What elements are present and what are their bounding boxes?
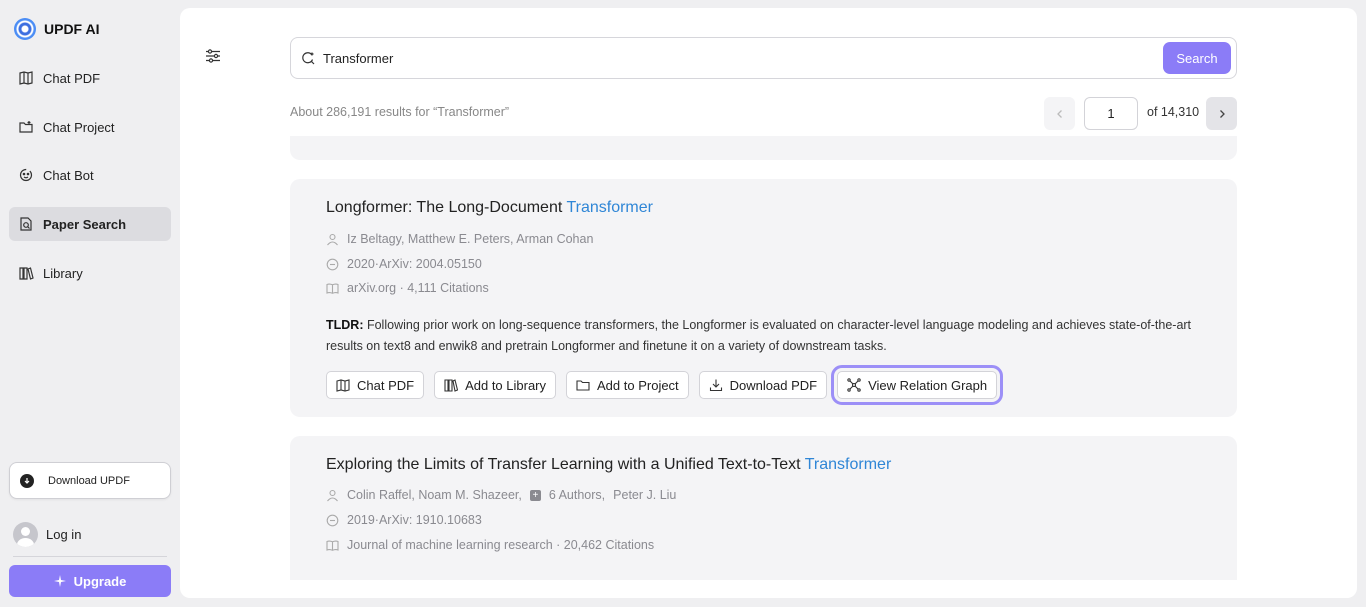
paper-actions: Chat PDF Add to Library Add to Project D…: [326, 365, 1004, 405]
add-to-project-button[interactable]: Add to Project: [566, 371, 689, 399]
page-number-input[interactable]: [1084, 97, 1138, 130]
year-source-text: 2019·ArXiv: 1910.10683: [347, 513, 482, 527]
authors-text[interactable]: Iz Beltagy, Matthew E. Peters, Arman Coh…: [347, 232, 593, 246]
result-card: Exploring the Limits of Transfer Learnin…: [290, 436, 1237, 580]
chevron-left-icon: [1056, 109, 1062, 118]
result-card-partial: [290, 136, 1237, 160]
venue-citations-text: arXiv.org · 4,111 Citations: [347, 281, 489, 295]
sidebar-item-chat-pdf[interactable]: Chat PDF: [9, 61, 171, 95]
paper-title-link[interactable]: Exploring the Limits of Transfer Learnin…: [326, 456, 891, 474]
sidebar-item-library[interactable]: Library: [9, 256, 171, 290]
more-authors-text[interactable]: 6 Authors,: [549, 488, 605, 502]
paper-venue: Journal of machine learning research · 2…: [326, 538, 654, 552]
clock-icon: [326, 258, 339, 270]
paper-title-text: Exploring the Limits of Transfer Learnin…: [326, 456, 805, 473]
action-label: Add to Project: [597, 377, 679, 393]
page-total: of 14,310: [1147, 105, 1200, 119]
book-icon: [326, 540, 339, 551]
sidebar-item-label: Chat PDF: [43, 70, 101, 86]
main-panel: Search About 286,191 results for “Transf…: [180, 8, 1357, 598]
sidebar-item-paper-search[interactable]: Paper Search: [9, 207, 171, 241]
view-relation-graph-button[interactable]: View Relation Graph: [831, 365, 1004, 405]
divider: [13, 556, 167, 557]
action-label: Chat PDF: [357, 377, 415, 393]
prev-page-button[interactable]: [1044, 97, 1075, 130]
sidebar: UPDF AI Chat PDF Chat Project Chat Bot P…: [0, 0, 180, 607]
paper-authors: Colin Raffel, Noam M. Shazeer, + 6 Autho…: [326, 488, 676, 502]
paper-authors: Iz Beltagy, Matthew E. Peters, Arman Coh…: [326, 232, 593, 246]
action-label: View Relation Graph: [868, 377, 988, 393]
chat-project-icon: [19, 121, 33, 133]
paper-title-link[interactable]: Longformer: The Long-Document Transforme…: [326, 199, 653, 217]
tldr-text: Following prior work on long-sequence tr…: [326, 318, 1192, 353]
library-icon: [19, 267, 34, 280]
chat-pdf-icon: [336, 379, 350, 392]
paper-title-highlight: Transformer: [804, 456, 892, 473]
download-icon: [20, 473, 34, 488]
sidebar-item-label: Paper Search: [43, 216, 127, 232]
sidebar-item-label: Library: [43, 265, 83, 281]
library-icon: [444, 379, 459, 392]
year-source-text: 2020·ArXiv: 2004.05150: [347, 257, 482, 271]
upgrade-label: Upgrade: [73, 573, 127, 589]
login-label: Log in: [46, 527, 82, 542]
book-icon: [326, 283, 339, 294]
paper-year-source: 2019·ArXiv: 1910.10683: [326, 513, 482, 527]
search-icon: [302, 52, 315, 65]
paper-title-highlight: Transformer: [566, 199, 653, 216]
add-to-library-button[interactable]: Add to Library: [434, 371, 557, 399]
folder-icon: [576, 380, 590, 391]
download-label: Download UPDF: [48, 474, 130, 487]
venue-citations-text: Journal of machine learning research · 2…: [347, 538, 655, 552]
login-button[interactable]: Log in: [13, 522, 81, 547]
filter-settings-icon[interactable]: [205, 48, 221, 64]
tldr-label: TLDR:: [326, 318, 364, 332]
brand-name: UPDF AI: [44, 21, 100, 37]
expand-authors-icon[interactable]: +: [529, 489, 541, 501]
chevron-right-icon: [1219, 109, 1225, 118]
action-label: Add to Library: [465, 377, 547, 393]
graph-icon: [847, 378, 861, 392]
chat-bot-icon: [19, 168, 33, 182]
paper-year-source: 2020·ArXiv: 2004.05150: [326, 257, 482, 271]
upgrade-button[interactable]: Upgrade: [9, 565, 171, 597]
user-icon: [327, 233, 338, 245]
paper-search-icon: [20, 217, 32, 231]
chat-pdf-icon: [19, 71, 33, 85]
next-page-button[interactable]: [1206, 97, 1237, 130]
sparkle-icon: [53, 575, 66, 587]
sidebar-item-chat-project[interactable]: Chat Project: [9, 110, 171, 144]
updf-logo-icon: [14, 18, 36, 40]
authors-text[interactable]: Colin Raffel, Noam M. Shazeer,: [347, 488, 522, 502]
paper-title-text: Longformer: The Long-Document: [326, 199, 567, 216]
brand[interactable]: UPDF AI: [14, 18, 99, 40]
download-pdf-button[interactable]: Download PDF: [698, 371, 828, 399]
search-input[interactable]: [323, 47, 1143, 69]
sidebar-item-label: Chat Project: [43, 119, 115, 135]
authors-text[interactable]: Peter J. Liu: [613, 488, 676, 502]
sidebar-item-label: Chat Bot: [43, 167, 94, 183]
action-label: Download PDF: [729, 377, 818, 393]
search-bar: Search: [290, 37, 1237, 79]
results-list[interactable]: Longformer: The Long-Document Transforme…: [290, 136, 1237, 580]
result-card: Longformer: The Long-Document Transforme…: [290, 179, 1237, 417]
download-updf-button[interactable]: Download UPDF: [9, 462, 171, 499]
paper-tldr: TLDR: Following prior work on long-seque…: [326, 315, 1196, 357]
clock-icon: [326, 514, 339, 526]
sidebar-item-chat-bot[interactable]: Chat Bot: [9, 158, 171, 192]
chat-pdf-button[interactable]: Chat PDF: [326, 371, 425, 399]
avatar: [13, 522, 38, 547]
result-count: About 286,191 results for “Transformer”: [290, 105, 510, 119]
paper-venue: arXiv.org · 4,111 Citations: [326, 281, 489, 295]
search-button[interactable]: Search: [1163, 42, 1231, 74]
user-icon: [327, 489, 338, 501]
download-icon: [709, 379, 722, 392]
